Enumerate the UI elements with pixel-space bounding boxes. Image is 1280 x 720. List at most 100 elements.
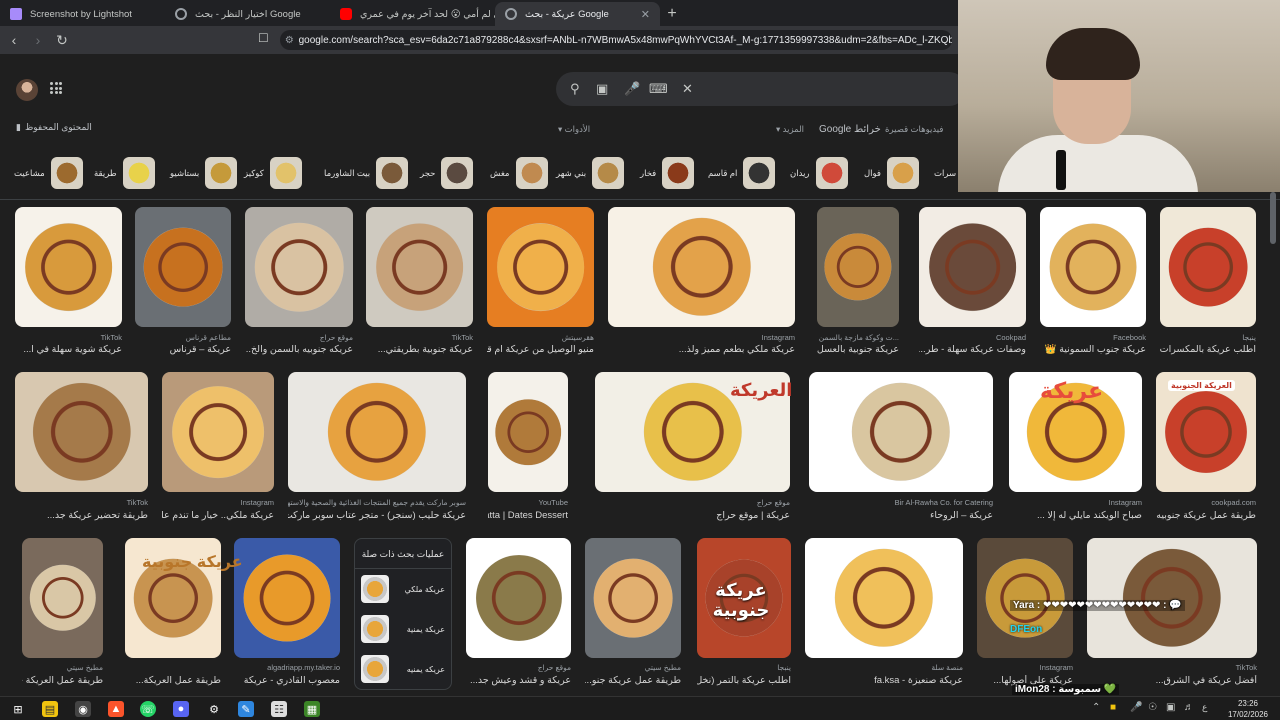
file-explorer-icon[interactable]: ▤ xyxy=(42,701,58,717)
more-button[interactable]: ▾ المزيد xyxy=(776,124,804,135)
tab-youtube[interactable]: أمي لم أمي 😮 لحد آخر يوم في عمري 😮 xyxy=(330,2,495,26)
result-caption[interactable]: طريقة عمل العريكة... xyxy=(125,675,221,686)
result-source[interactable]: Cookpad xyxy=(919,333,1026,342)
result-image[interactable] xyxy=(809,372,993,492)
scrollbar-thumb[interactable] xyxy=(1270,192,1276,244)
result-source[interactable]: موقع حراج xyxy=(595,498,790,507)
saved-content-link[interactable]: ▮ المحتوى المحفوظ xyxy=(16,122,92,133)
result-source[interactable]: cookpad.com xyxy=(1156,498,1256,507)
result-caption[interactable]: عريكة ملكي بطعم مميز ولذ... xyxy=(608,344,795,355)
related-search-item[interactable]: عريكه يمنيه xyxy=(355,649,451,689)
result-image[interactable] xyxy=(288,372,466,492)
whatsapp-icon[interactable]: ☏ xyxy=(140,701,156,717)
tools-button[interactable]: ▾ الأدوات xyxy=(558,124,590,135)
result-source[interactable]: Bir Al-Rawha Co. for Catering xyxy=(809,498,993,507)
search-icon[interactable]: ⚲ xyxy=(570,81,580,97)
result-source[interactable]: Facebook xyxy=(1040,333,1146,342)
result-image[interactable] xyxy=(487,207,594,327)
reload-icon[interactable]: ↻ xyxy=(52,30,72,50)
tab-lightshot[interactable]: Screenshot by Lightshot xyxy=(0,2,165,26)
result-caption[interactable]: عريكة | موقع حراج xyxy=(595,510,790,521)
avatar[interactable] xyxy=(16,79,38,101)
obs-icon[interactable]: ◉ xyxy=(75,701,91,717)
result-caption[interactable]: صباح الويكند مايلي له إلا ... xyxy=(1009,510,1142,521)
tray-chevron-icon[interactable]: ⌃ xyxy=(1092,702,1100,713)
result-caption[interactable]: منيو الوصيل من عريكة ام قاسم في الموسى |… xyxy=(487,344,594,355)
result-caption[interactable]: عريكة جنوبية بالعسل والتم... xyxy=(817,344,899,355)
result-image[interactable] xyxy=(817,207,899,327)
tray-app-icon[interactable]: ■ xyxy=(1110,702,1116,713)
volume-icon[interactable]: ♬ xyxy=(1184,702,1194,713)
result-image[interactable] xyxy=(162,372,274,492)
tab-active-search[interactable]: عريكة - بحث Google ✕ xyxy=(495,2,660,26)
refine-chip[interactable]: ريدان xyxy=(790,156,848,190)
result-source[interactable]: موقع حراج xyxy=(466,663,571,672)
discord-icon[interactable]: ● xyxy=(173,701,189,717)
system-clock[interactable]: 23:26 17/02/2026 xyxy=(1228,698,1268,720)
close-tab-icon[interactable]: ✕ xyxy=(641,8,650,21)
result-caption[interactable]: طريقة تحضير عريكة جد... xyxy=(15,510,148,521)
microphone-icon[interactable]: 🎤 xyxy=(624,81,640,97)
result-caption[interactable]: عريكة حليب (سنجر) - متجر عتاب سوبر ماركت xyxy=(288,510,466,521)
refine-chip[interactable]: طريقة xyxy=(94,156,155,190)
page-scrollbar[interactable] xyxy=(1270,192,1276,692)
address-bar[interactable]: ⚙ google.com/search?sca_esv=6da2c71a8792… xyxy=(280,30,952,50)
result-image[interactable] xyxy=(15,372,148,492)
result-source[interactable]: TikTok xyxy=(15,333,122,342)
result-caption[interactable]: وصفات عريكة سهلة - طر... xyxy=(919,344,1026,355)
result-image[interactable] xyxy=(1087,538,1257,658)
result-image[interactable] xyxy=(466,538,571,658)
editor-icon[interactable]: ✎ xyxy=(238,701,254,717)
result-source[interactable]: TikTok xyxy=(15,498,148,507)
new-tab-button[interactable]: + xyxy=(660,2,684,26)
result-source[interactable]: TikTok xyxy=(366,333,473,342)
result-caption[interactable]: اطلب عريكة بالمكسرات من... xyxy=(1160,344,1256,355)
result-image[interactable] xyxy=(366,207,473,327)
result-source[interactable]: Instagram xyxy=(608,333,795,342)
tab-search-1[interactable]: اختيار النظر - بحث Google xyxy=(165,2,330,26)
settings-gear-icon[interactable]: ⚙ xyxy=(206,701,222,717)
result-source[interactable]: مطبخ سيتي xyxy=(22,663,103,672)
result-caption[interactable]: عريكة جنوبية بطريقتي... xyxy=(366,344,473,355)
apps-grid-icon[interactable] xyxy=(50,82,62,94)
minecraft-icon[interactable]: ▦ xyxy=(304,701,320,717)
result-source[interactable]: Instagram xyxy=(977,663,1073,672)
google-maps-link[interactable]: Google خرائط xyxy=(819,124,881,135)
search-input[interactable]: ⚲ ▣ 🎤 ⌨ ✕ xyxy=(556,72,966,106)
result-caption[interactable]: عريكة – الروحاء xyxy=(809,510,993,521)
refine-chip[interactable]: بستاشيو xyxy=(170,156,238,190)
result-source[interactable]: مطاعم قرناس xyxy=(135,333,231,342)
result-source[interactable]: موقع حراج xyxy=(245,333,353,342)
refine-chip[interactable]: بيت الشاورما xyxy=(324,156,409,190)
refine-chip[interactable]: مغش xyxy=(490,156,548,190)
site-info-icon[interactable]: ⚙ xyxy=(280,35,299,46)
result-caption[interactable]: عريكة شوية سهلة في ا... xyxy=(15,344,122,355)
result-image[interactable] xyxy=(1040,207,1146,327)
back-arrow-icon[interactable]: ‹ xyxy=(4,30,24,50)
result-source[interactable]: ...ت وكوكة مازجة بالسمن الشانية xyxy=(817,333,899,342)
result-image[interactable] xyxy=(22,538,103,658)
refine-chip[interactable]: مشاعيت xyxy=(14,156,83,190)
result-image[interactable] xyxy=(608,207,795,327)
tray-shield-icon[interactable]: ☉ xyxy=(1148,702,1157,713)
windows-start-icon[interactable]: ⊞ xyxy=(10,701,26,717)
result-source[interactable]: سوبر ماركت يقدم جميع المنتجات الغذائية و… xyxy=(288,498,466,507)
result-caption[interactable]: طريقة عمل عريكة جنو... xyxy=(585,675,681,686)
short-videos-link[interactable]: فيديوهات قصيرة xyxy=(885,124,943,135)
network-icon[interactable]: ▣ xyxy=(1166,702,1175,713)
tray-mic-icon[interactable]: 🎤 xyxy=(1130,702,1142,713)
result-source[interactable]: هقرسيتش xyxy=(487,333,594,342)
result-image[interactable] xyxy=(585,538,681,658)
result-caption[interactable]: عريكة و قشد وعيش جد... xyxy=(466,675,571,686)
result-image[interactable] xyxy=(977,538,1073,658)
result-source[interactable]: Instagram xyxy=(1009,498,1142,507)
result-caption[interactable]: معصوب القادري - عريكة xyxy=(234,675,340,686)
result-image[interactable] xyxy=(135,207,231,327)
result-caption[interactable]: طريقة عمل العريكة حلا سعودي ذو مذاق... xyxy=(22,675,103,686)
language-indicator[interactable]: ع xyxy=(1202,702,1207,713)
result-source[interactable]: TikTok xyxy=(1087,663,1257,672)
result-caption[interactable]: عريكة – قرناس xyxy=(135,344,231,355)
result-source[interactable]: ينبجا xyxy=(697,663,791,672)
result-source[interactable]: ينبجا xyxy=(1160,333,1256,342)
result-source[interactable]: مطبخ سيتي xyxy=(585,663,681,672)
